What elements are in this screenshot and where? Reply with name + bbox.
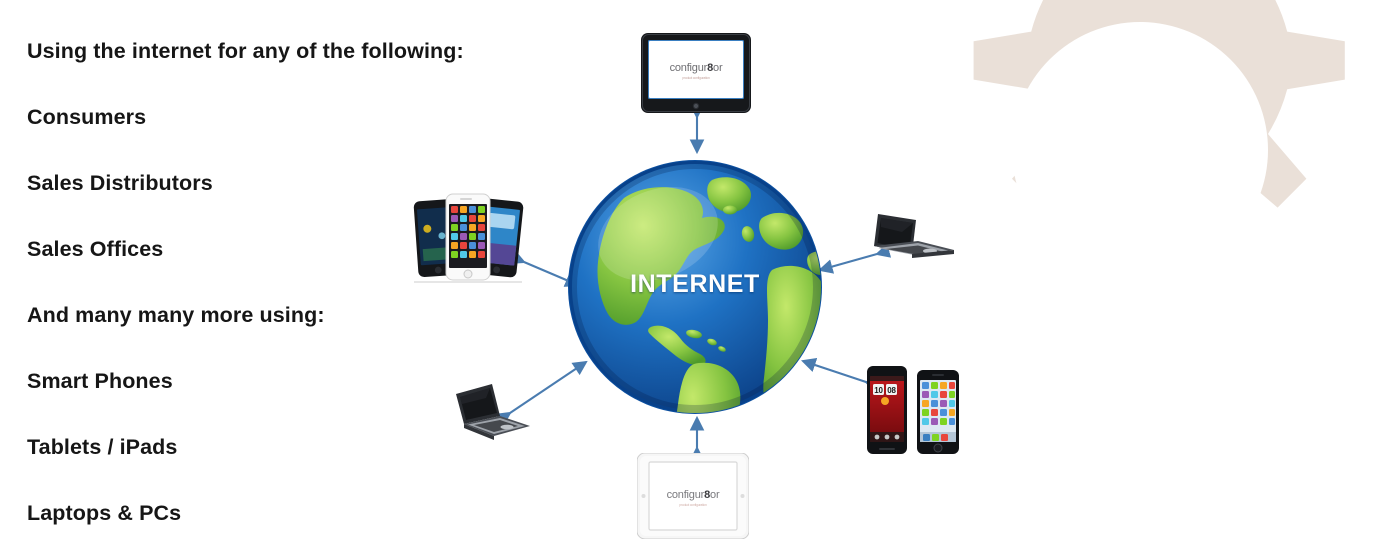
text-line-5: And many many more using: [27, 303, 325, 327]
smartphone-group-icon: 10 08 [867, 366, 959, 454]
laptop-device-right[interactable] [872, 210, 958, 278]
bullet-text-column: Using the internet for any of the follow… [27, 36, 547, 556]
clock-hours: 10 [874, 386, 883, 395]
ipad-device-bottom[interactable]: configur8or product configuration [636, 452, 750, 540]
ipad-logo-text: configur8or [667, 489, 720, 501]
laptop-icon [874, 214, 954, 258]
smartphone-cluster-left[interactable] [412, 192, 524, 284]
tablet-device-top[interactable]: configur8or product configuration [641, 33, 751, 113]
clock-minutes: 08 [887, 386, 896, 395]
internet-globe-icon [568, 160, 822, 414]
slide-canvas: Using the internet for any of the follow… [0, 0, 1400, 556]
text-line-2: Consumers [27, 105, 147, 129]
tablet-logo-subtext: product configuration [682, 76, 710, 80]
smartphone-group-icon [413, 193, 524, 283]
text-line-8: Laptops & PCs [27, 501, 182, 525]
tablet-logo-text: configur8or [670, 62, 723, 74]
arrow-laptop-right [817, 243, 892, 274]
ipad-logo-subtext: product configuration [679, 503, 707, 507]
laptop-device-bottom-left[interactable] [452, 378, 534, 444]
laptop-icon [456, 384, 530, 440]
ipad-icon: configur8or product configuration [636, 452, 750, 540]
text-line-1: Using the internet for any of the follow… [27, 39, 464, 63]
smartphone-pair-right[interactable]: 10 08 [865, 362, 961, 458]
tablet-icon: configur8or product configuration [641, 33, 751, 113]
